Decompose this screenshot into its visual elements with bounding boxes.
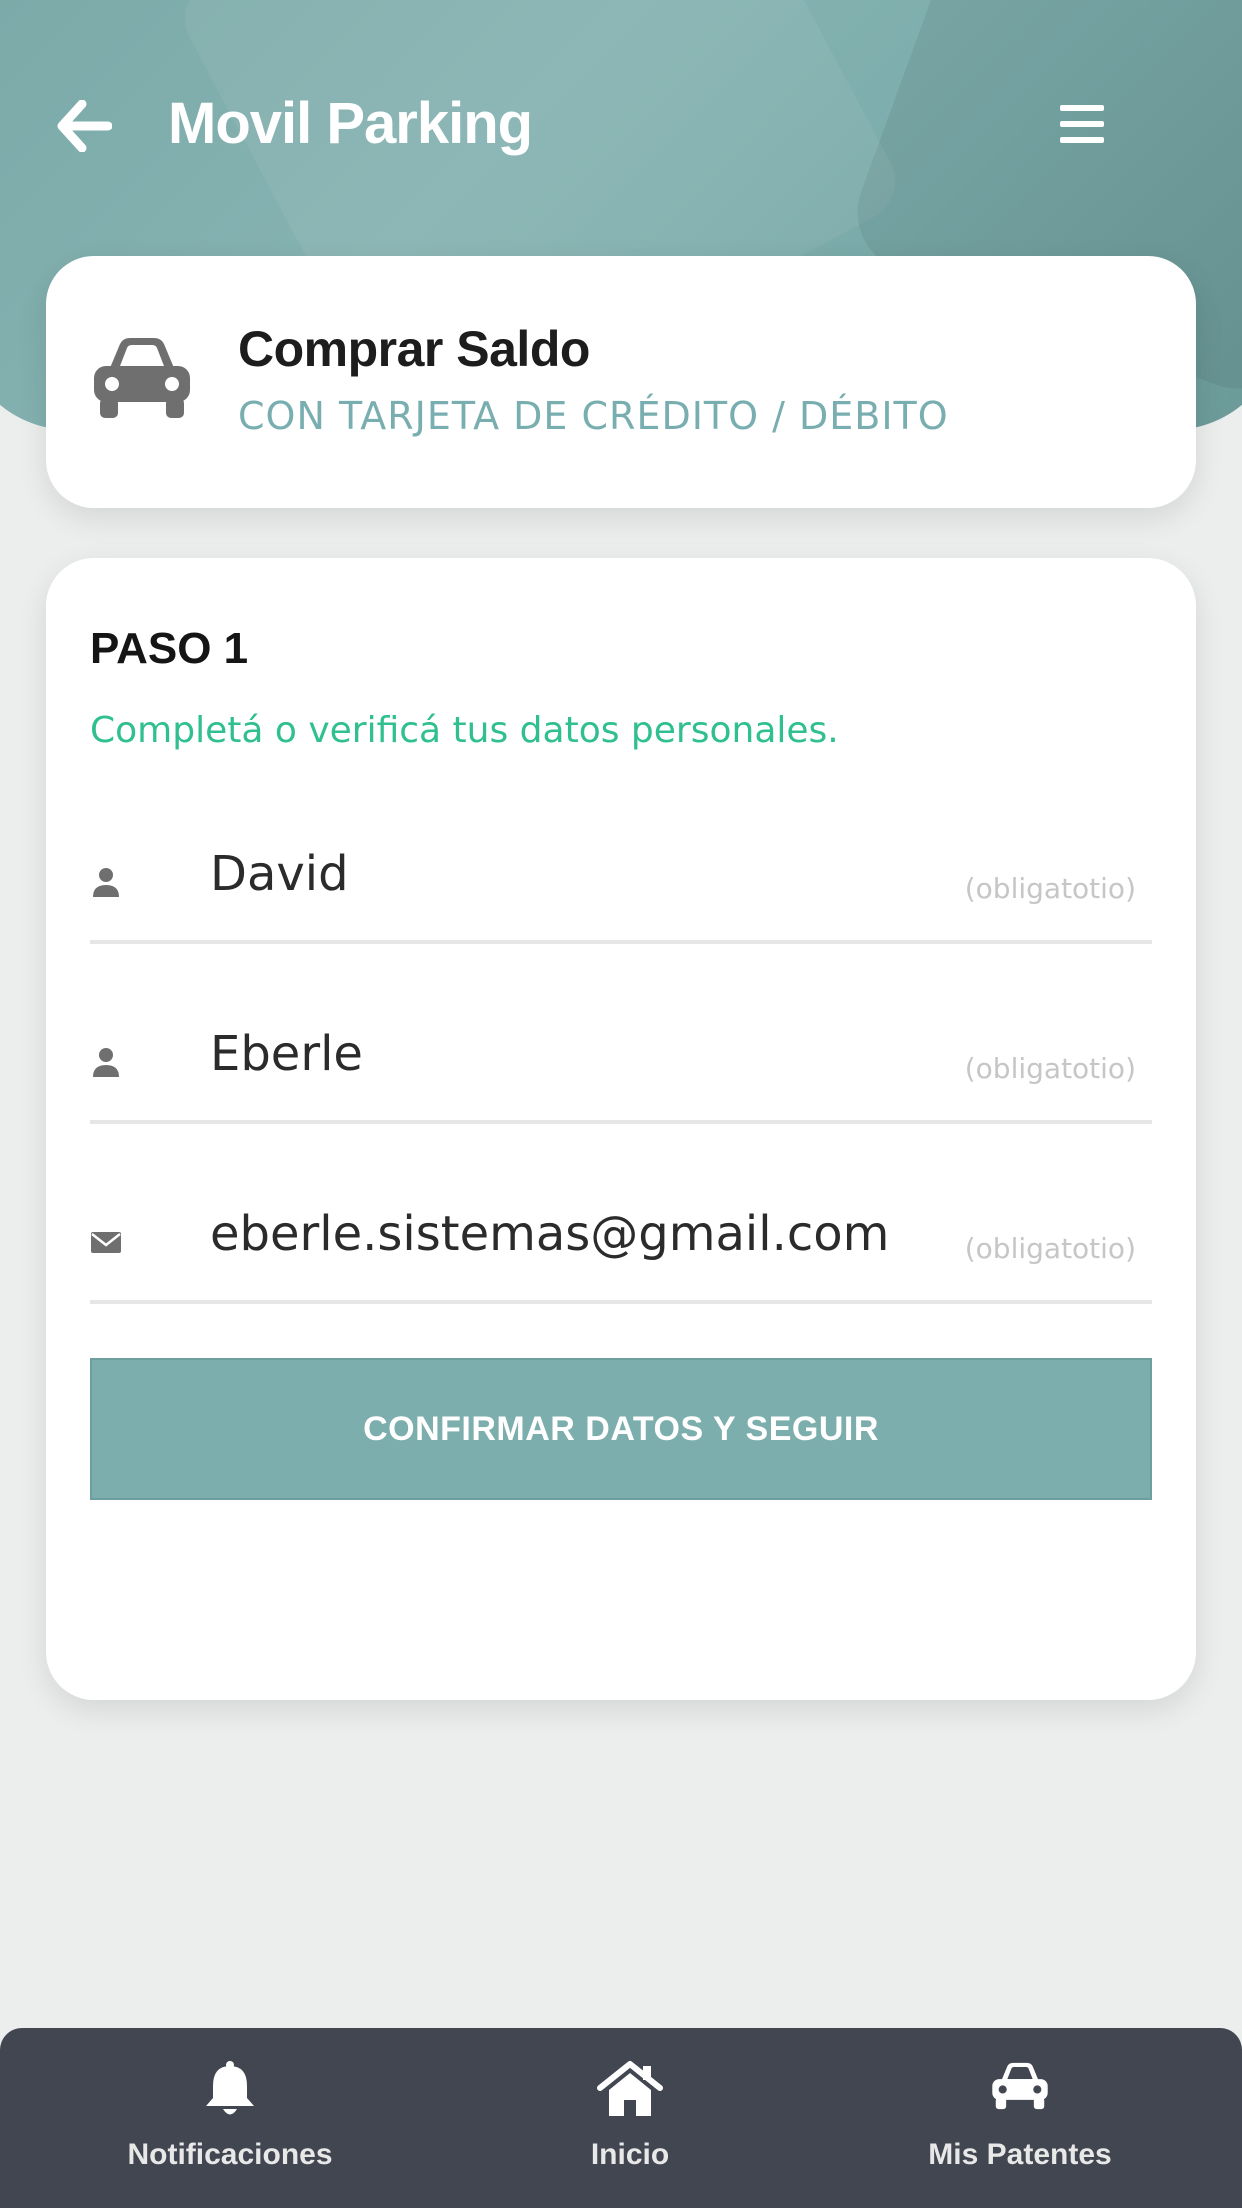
top-bar: Movil Parking xyxy=(0,0,1242,250)
bell-icon xyxy=(206,2061,254,2115)
user-icon xyxy=(93,1048,119,1077)
step-description: Completá o verificá tus datos personales… xyxy=(90,710,839,751)
first-name-field: (obligatotio) xyxy=(90,820,1152,944)
hamburger-menu-icon xyxy=(1060,105,1104,143)
personal-data-form: PASO 1 Completá o verificá tus datos per… xyxy=(46,558,1196,1700)
nav-label: Mis Patentes xyxy=(928,2138,1112,2171)
bottom-navigation: Notificaciones Inicio Mis Patentes xyxy=(0,2028,1242,2208)
card-subtitle: CON TARJETA DE CRÉDITO / DÉBITO xyxy=(238,394,949,438)
last-name-input[interactable] xyxy=(210,1026,1030,1082)
email-field: (obligatotio) xyxy=(90,1180,1152,1304)
nav-item-notifications[interactable]: Notificaciones xyxy=(80,2028,380,2208)
first-name-input[interactable] xyxy=(210,846,1030,902)
confirm-button[interactable]: CONFIRMAR DATOS Y SEGUIR xyxy=(90,1358,1152,1500)
back-button[interactable] xyxy=(56,99,113,153)
nav-label: Inicio xyxy=(590,2138,670,2171)
arrow-left-icon xyxy=(57,99,113,153)
car-icon xyxy=(992,2062,1048,2110)
email-input[interactable] xyxy=(210,1206,1030,1262)
nav-item-my-plates[interactable]: Mis Patentes xyxy=(870,2028,1170,2208)
required-hint: (obligatotio) xyxy=(964,872,1136,905)
purchase-header-card: Comprar Saldo CON TARJETA DE CRÉDITO / D… xyxy=(46,256,1196,508)
home-icon xyxy=(597,2061,663,2116)
card-title: Comprar Saldo xyxy=(238,321,590,377)
required-hint: (obligatotio) xyxy=(964,1232,1136,1265)
user-icon xyxy=(93,868,119,897)
required-hint: (obligatotio) xyxy=(964,1052,1136,1085)
mail-icon xyxy=(91,1232,121,1253)
app-title: Movil Parking xyxy=(168,91,533,156)
nav-item-home[interactable]: Inicio xyxy=(480,2028,780,2208)
menu-button[interactable] xyxy=(1058,102,1106,146)
step-title: PASO 1 xyxy=(90,624,249,673)
car-icon xyxy=(94,338,190,418)
last-name-field: (obligatotio) xyxy=(90,1000,1152,1124)
nav-label: Notificaciones xyxy=(127,2138,333,2171)
